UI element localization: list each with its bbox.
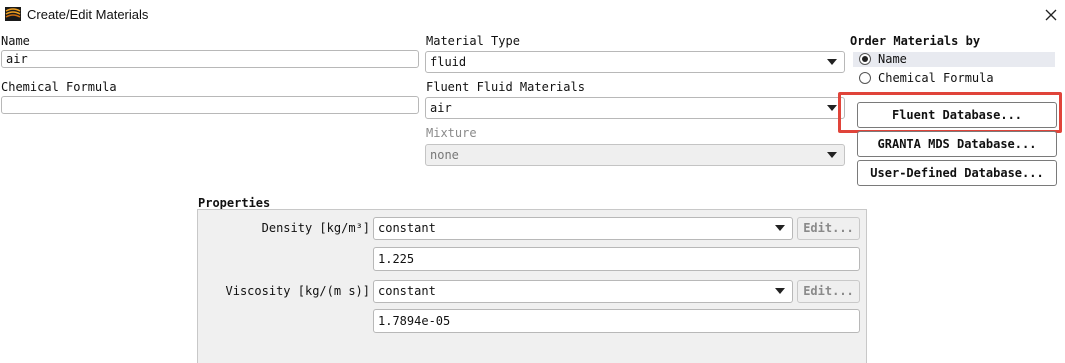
close-icon[interactable] bbox=[1038, 2, 1064, 28]
name-label: Name bbox=[1, 34, 30, 48]
density-method-value: constant bbox=[378, 221, 436, 235]
title-bar bbox=[0, 0, 1065, 30]
viscosity-method-value: constant bbox=[378, 284, 436, 298]
chemical-formula-label: Chemical Formula bbox=[1, 80, 117, 94]
chemical-formula-input[interactable] bbox=[1, 96, 419, 114]
window-title: Create/Edit Materials bbox=[27, 7, 149, 22]
fluent-logo-icon bbox=[5, 7, 21, 21]
properties-label: Properties bbox=[198, 196, 271, 210]
mixture-label: Mixture bbox=[426, 126, 477, 140]
material-type-label: Material Type bbox=[426, 34, 520, 48]
viscosity-value-input[interactable]: 1.7894e-05 bbox=[373, 309, 860, 333]
density-label: Density [kg/m³] bbox=[261, 221, 370, 235]
density-value-input[interactable]: 1.225 bbox=[373, 247, 860, 271]
mixture-value: none bbox=[430, 148, 459, 162]
viscosity-label: Viscosity [kg/(m s)] bbox=[225, 284, 371, 298]
mixture-dropdown: none bbox=[425, 144, 845, 166]
viscosity-edit-button: Edit... bbox=[797, 280, 860, 303]
fluent-fluid-materials-label: Fluent Fluid Materials bbox=[426, 80, 585, 94]
density-edit-button: Edit... bbox=[797, 217, 860, 240]
order-by-label: Order Materials by bbox=[850, 34, 981, 48]
user-defined-database-button[interactable]: User-Defined Database... bbox=[857, 160, 1057, 186]
name-input[interactable]: air bbox=[1, 50, 419, 68]
fluent-fluid-materials-value: air bbox=[430, 101, 452, 115]
material-type-dropdown[interactable]: fluid bbox=[425, 51, 845, 73]
chevron-down-icon bbox=[775, 225, 785, 231]
fluent-fluid-materials-dropdown[interactable]: air bbox=[425, 97, 845, 119]
radio-chemical-formula[interactable] bbox=[859, 72, 871, 84]
material-type-value: fluid bbox=[430, 55, 467, 69]
chevron-down-icon bbox=[827, 152, 837, 158]
chevron-down-icon bbox=[827, 59, 837, 65]
chevron-down-icon bbox=[827, 105, 837, 111]
order-by-formula-row[interactable]: Chemical Formula bbox=[853, 71, 1055, 86]
radio-name[interactable] bbox=[859, 53, 871, 65]
density-method-dropdown[interactable]: constant bbox=[373, 217, 793, 240]
chevron-down-icon bbox=[775, 288, 785, 294]
viscosity-method-dropdown[interactable]: constant bbox=[373, 280, 793, 303]
order-by-name-row[interactable]: Name bbox=[853, 52, 1055, 67]
fluent-database-button[interactable]: Fluent Database... bbox=[857, 102, 1057, 128]
order-by-name-label: Name bbox=[878, 52, 907, 66]
order-by-formula-label: Chemical Formula bbox=[878, 71, 994, 85]
granta-database-button[interactable]: GRANTA MDS Database... bbox=[857, 131, 1057, 157]
